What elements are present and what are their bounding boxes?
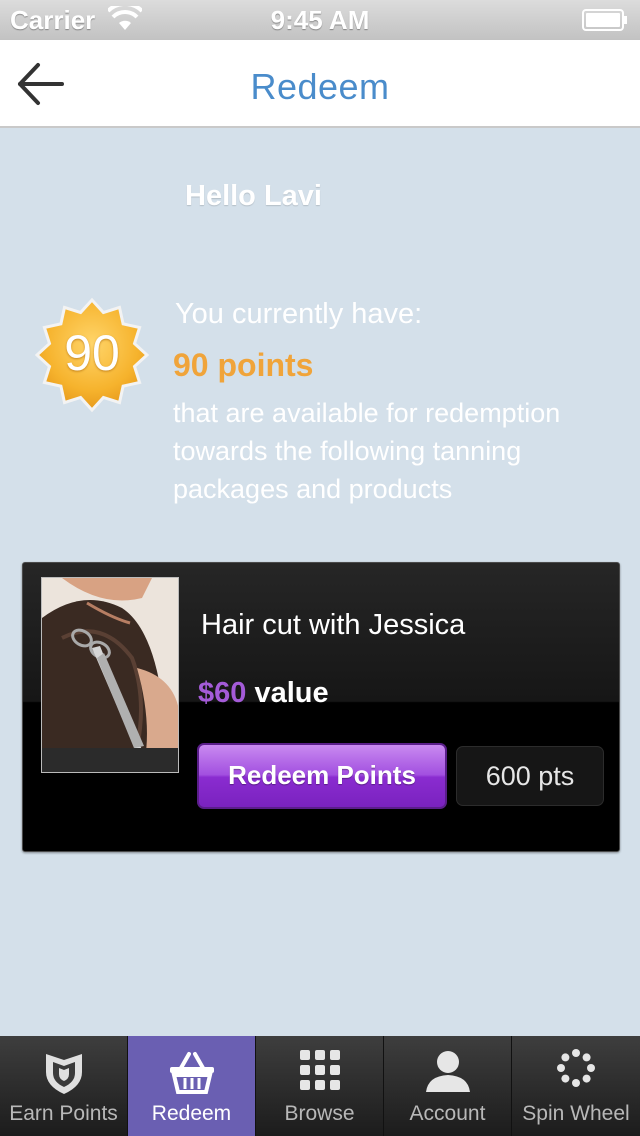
status-time: 9:45 AM xyxy=(270,5,370,35)
description-text: that are available for redemption toward… xyxy=(173,398,561,504)
battery-icon xyxy=(582,9,627,31)
redeem-content: Hello Lavi 90 You currently have: 90 poi… xyxy=(0,130,640,1036)
tab-label-redeem: Redeem xyxy=(151,1102,232,1125)
tab-label-earn-points: Earn Points xyxy=(9,1102,118,1125)
points-text: 90 points xyxy=(173,347,314,383)
page-title: Redeem xyxy=(250,66,390,107)
offer-card: Hair cut with Jessica $60 value Redeem P… xyxy=(22,562,620,852)
redeem-points-button[interactable]: Redeem Points xyxy=(197,743,447,809)
offer-title: Hair cut with Jessica xyxy=(201,609,466,641)
tab-label-spin-wheel: Spin Wheel xyxy=(522,1102,630,1125)
intro-text: You currently have: xyxy=(175,298,423,330)
badge-points-value: 90 xyxy=(64,325,120,381)
tab-account[interactable]: Account xyxy=(384,1036,512,1136)
tab-redeem[interactable]: Redeem xyxy=(128,1036,256,1136)
tab-spin-wheel[interactable]: Spin Wheel xyxy=(512,1036,640,1136)
spinner-icon xyxy=(557,1049,595,1087)
navigation-bar: Redeem xyxy=(0,40,640,128)
tab-label-account: Account xyxy=(409,1102,486,1125)
points-badge: 90 xyxy=(34,297,150,413)
status-bar: Carrier 9:45 AM xyxy=(0,0,640,40)
hair-cut-photo xyxy=(41,577,179,773)
tab-label-browse: Browse xyxy=(284,1102,355,1125)
tab-browse[interactable]: Browse xyxy=(256,1036,384,1136)
person-icon xyxy=(425,1051,470,1092)
shield-icon xyxy=(45,1054,82,1094)
grid-icon xyxy=(299,1050,340,1090)
offer-cost-badge: 600 pts xyxy=(456,746,604,806)
tab-earn-points[interactable]: Earn Points xyxy=(0,1036,128,1136)
offer-value: $60 value xyxy=(198,677,329,710)
basket-icon xyxy=(169,1052,214,1094)
greeting-text: Hello Lavi xyxy=(185,180,322,212)
tab-bar: Earn Points Redeem Browse Account Spin W… xyxy=(0,1036,640,1136)
offer-value-suffix: value xyxy=(254,677,329,709)
offer-price: $60 xyxy=(198,677,247,709)
